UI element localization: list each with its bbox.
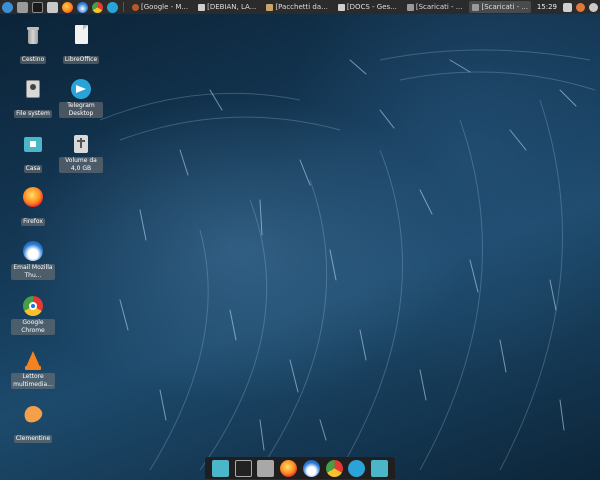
desktop-icon-label: Telegram Desktop bbox=[59, 102, 103, 118]
taskbar-item-label: [Scaricati - ... bbox=[481, 3, 529, 11]
file-manager-icon[interactable] bbox=[257, 459, 275, 477]
hard-drive-icon bbox=[22, 78, 44, 100]
desktop-icon-label: Firefox bbox=[21, 218, 45, 226]
chrome-icon[interactable] bbox=[325, 459, 343, 477]
chrome-icon bbox=[22, 295, 44, 317]
terminal-icon[interactable] bbox=[234, 459, 252, 477]
desktop-icon-clementine[interactable]: Clementine bbox=[11, 402, 55, 444]
browser-icon bbox=[132, 3, 139, 11]
thunderbird-icon[interactable] bbox=[77, 1, 88, 13]
usb-drive-icon bbox=[70, 133, 92, 155]
desktop-icon-label: Clementine bbox=[13, 435, 53, 443]
firefox-icon[interactable] bbox=[280, 459, 298, 477]
thunderbird-icon[interactable] bbox=[302, 459, 320, 477]
taskbar-item[interactable]: [DEBIAN, LA... bbox=[195, 1, 259, 13]
panel-separator bbox=[123, 2, 124, 12]
desktop-icon-trash[interactable]: Cestino bbox=[11, 24, 55, 65]
desktop-icon-telegram[interactable]: Telegram Desktop bbox=[59, 78, 103, 119]
trash-icon bbox=[22, 24, 44, 46]
taskbar-item-label: [DEBIAN, LA... bbox=[207, 3, 257, 11]
mail-icon[interactable] bbox=[47, 1, 58, 13]
taskbar-item[interactable]: [Scaricati - ... bbox=[404, 1, 466, 13]
desktop-icon-label: Google Chrome bbox=[11, 319, 55, 335]
whisker-menu-icon[interactable] bbox=[2, 1, 13, 13]
user-avatar-icon[interactable] bbox=[576, 2, 585, 12]
folder-icon bbox=[406, 3, 414, 11]
home-folder-icon bbox=[22, 133, 44, 155]
clementine-icon bbox=[21, 402, 45, 426]
star-trails bbox=[99, 49, 596, 471]
taskbar-item[interactable]: [Google - M... bbox=[129, 1, 191, 13]
taskbar-item[interactable]: [Scaricati - ... bbox=[469, 1, 532, 13]
document-icon bbox=[198, 3, 206, 11]
taskbar-item-label: [Google - M... bbox=[141, 3, 189, 11]
file-manager-icon[interactable] bbox=[17, 1, 28, 13]
firefox-icon bbox=[22, 186, 44, 208]
files-icon[interactable] bbox=[211, 459, 229, 477]
telegram-icon bbox=[70, 78, 92, 100]
taskbar-item[interactable]: [DOCS - Ges... bbox=[335, 1, 400, 13]
desktop-icon-label: Volume da 4,0 GB bbox=[59, 157, 103, 173]
terminal-icon[interactable] bbox=[32, 1, 43, 13]
chrome-icon[interactable] bbox=[92, 1, 103, 13]
desktop-icon-filesystem[interactable]: File system bbox=[11, 78, 55, 119]
desktop-icon-firefox[interactable]: Firefox bbox=[11, 186, 55, 227]
folder-icon[interactable] bbox=[371, 459, 389, 477]
document-icon bbox=[266, 3, 274, 11]
desktop-icon-label: Casa bbox=[23, 165, 43, 173]
desktop-icon-label: Lettore multimedia... bbox=[11, 373, 55, 389]
taskbar-item-label: [DOCS - Ges... bbox=[346, 3, 397, 11]
desktop-icon-label: File system bbox=[14, 110, 52, 118]
desktop-icon-label: LibreOffice bbox=[62, 56, 100, 64]
desktop-icon-libreoffice[interactable]: LibreOffice bbox=[59, 24, 103, 65]
vlc-icon bbox=[22, 349, 44, 371]
network-icon[interactable] bbox=[563, 2, 572, 12]
desktop-icon-label: Cestino bbox=[19, 56, 47, 64]
desktop-icon-thunderbird[interactable]: Email Mozilla Thu... bbox=[11, 240, 55, 281]
document-icon bbox=[337, 3, 345, 11]
firefox-icon[interactable] bbox=[62, 1, 73, 13]
taskbar-item-label: [Scaricati - ... bbox=[415, 3, 463, 11]
desktop-icon-usb-volume[interactable]: Volume da 4,0 GB bbox=[59, 133, 103, 174]
desktop-wallpaper bbox=[0, 0, 600, 480]
telegram-icon[interactable] bbox=[348, 459, 366, 477]
power-icon[interactable] bbox=[589, 2, 598, 12]
desktop-icon-label: Email Mozilla Thu... bbox=[11, 264, 55, 280]
taskbar-item-label: [Pacchetti da... bbox=[275, 3, 328, 11]
desktop-icon-chrome[interactable]: Google Chrome bbox=[11, 295, 55, 336]
dock bbox=[205, 457, 395, 479]
taskbar-item[interactable]: [Pacchetti da... bbox=[263, 1, 330, 13]
thunderbird-icon bbox=[22, 240, 44, 262]
desktop-icon-vlc[interactable]: Lettore multimedia... bbox=[11, 349, 55, 390]
desktop-icon-home[interactable]: Casa bbox=[11, 133, 55, 174]
document-icon bbox=[70, 24, 92, 46]
top-panel: [Google - M... [DEBIAN, LA... [Pacchetti… bbox=[0, 0, 600, 14]
folder-icon bbox=[472, 3, 480, 11]
telegram-icon[interactable] bbox=[107, 1, 118, 13]
clock[interactable]: 15:29 bbox=[537, 3, 557, 11]
